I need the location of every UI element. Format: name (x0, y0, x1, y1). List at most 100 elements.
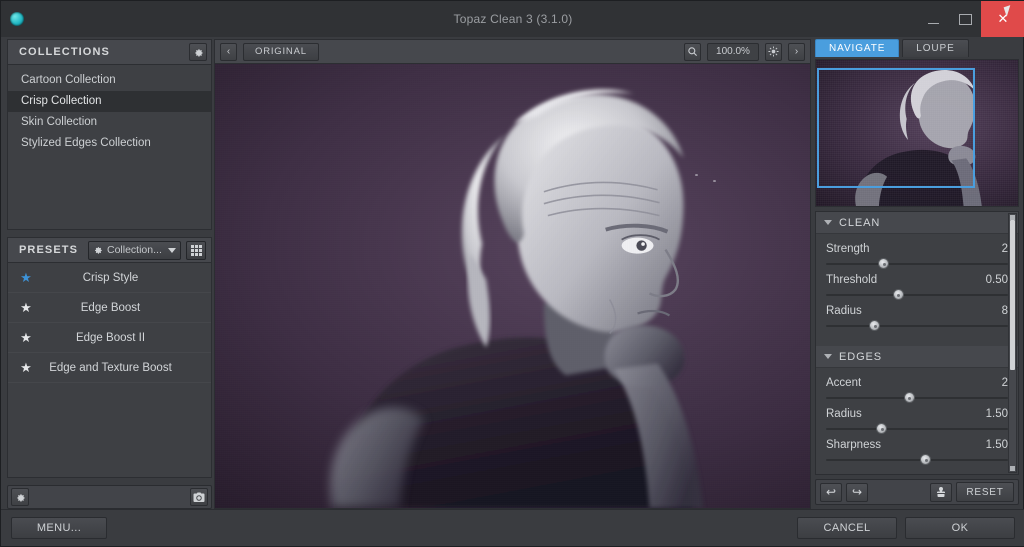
collections-title: COLLECTIONS (19, 46, 110, 58)
brightness-button[interactable] (765, 42, 782, 61)
bottom-bar: MENU... CANCEL OK (1, 509, 1024, 546)
maximize-icon[interactable] (949, 1, 981, 37)
section-header-edges[interactable]: EDGES (816, 346, 1018, 368)
triangle-down-icon (824, 220, 832, 225)
preset-label: Edge Boost (80, 301, 141, 314)
preset-row-crisp-style[interactable]: ★ Crisp Style (8, 263, 211, 293)
collections-header: COLLECTIONS (7, 39, 212, 65)
preset-settings-button[interactable] (11, 488, 29, 506)
cancel-button[interactable]: CANCEL (797, 517, 897, 539)
globe-icon (10, 12, 24, 26)
param-row-sharpness: Sharpness 1.50 (826, 439, 1008, 467)
collection-item-stylized-edges[interactable]: Stylized Edges Collection (8, 133, 211, 154)
presets-filter-dropdown[interactable]: Collection... (88, 240, 181, 260)
brightness-icon (768, 46, 779, 57)
section-header-clean[interactable]: CLEAN (816, 212, 1018, 234)
param-slider-radius-edges[interactable] (826, 422, 1008, 436)
param-value[interactable]: 0.50 (986, 274, 1008, 286)
section-title: CLEAN (839, 216, 881, 229)
param-row-threshold: Threshold 0.50 (826, 274, 1008, 302)
presets-header: PRESETS Collection... (7, 237, 212, 263)
original-toggle-button[interactable]: ORIGINAL (243, 42, 319, 61)
preset-row-edge-boost-ii[interactable]: ★ Edge Boost II (8, 323, 211, 353)
star-icon[interactable]: ★ (8, 330, 44, 346)
slider-handle[interactable] (876, 423, 888, 434)
collection-item-skin[interactable]: Skin Collection (8, 112, 211, 133)
left-footer-toolbar (7, 485, 212, 509)
image-speck (695, 174, 698, 176)
presets-grid-view-button[interactable] (186, 240, 206, 260)
preset-row-edge-and-texture-boost[interactable]: ★ Edge and Texture Boost (8, 353, 211, 383)
section-body-clean: Strength 2 Threshold 0.50 Radius 8 (816, 234, 1018, 346)
param-slider-radius-clean[interactable] (826, 319, 1008, 333)
preview-stamp-button[interactable] (930, 482, 952, 502)
slider-handle[interactable] (878, 258, 890, 269)
chevron-down-icon (168, 247, 176, 253)
navigator-viewport-rect[interactable] (817, 68, 975, 188)
preset-row-edge-boost[interactable]: ★ Edge Boost (8, 293, 211, 323)
presets-list: ★ Crisp Style ★ Edge Boost ★ Edge Boost … (7, 263, 212, 478)
slider-handle[interactable] (920, 454, 932, 465)
star-icon[interactable]: ★ (8, 270, 44, 286)
presets-filter-label: Collection... (107, 244, 162, 256)
slider-handle[interactable] (903, 392, 915, 403)
param-label: Threshold (826, 274, 878, 286)
param-row-strength: Strength 2 (826, 243, 1008, 271)
image-canvas[interactable] (214, 64, 811, 509)
scrollbar-thumb[interactable] (1010, 220, 1015, 370)
param-row-radius-edges: Radius 1.50 (826, 408, 1008, 436)
reset-button[interactable]: RESET (956, 482, 1014, 502)
preset-label: Edge and Texture Boost (49, 361, 172, 374)
ok-button[interactable]: OK (905, 517, 1015, 539)
grid-view-icon (190, 244, 202, 256)
param-value[interactable]: 1.50 (986, 439, 1008, 451)
presets-title: PRESETS (19, 244, 79, 256)
gear-icon (16, 493, 25, 502)
left-sidebar: COLLECTIONS Cartoon Collection Crisp Col… (7, 39, 212, 481)
scroll-down-icon[interactable] (1010, 466, 1015, 471)
param-slider-strength[interactable] (826, 257, 1008, 271)
slider-handle[interactable] (869, 320, 881, 331)
collections-list: Cartoon Collection Crisp Collection Skin… (7, 65, 212, 230)
right-footer-toolbar: ↩ ↪ RESET (815, 479, 1019, 505)
star-icon[interactable]: ★ (8, 360, 44, 376)
next-image-button[interactable]: › (788, 42, 805, 61)
collection-item-crisp[interactable]: Crisp Collection (8, 91, 211, 112)
param-label: Radius (826, 305, 862, 317)
parameters-panel: CLEAN Strength 2 Threshold 0.50 Radius 8… (815, 211, 1019, 475)
param-slider-threshold[interactable] (826, 288, 1008, 302)
star-icon[interactable]: ★ (8, 300, 44, 316)
parameters-scrollbar[interactable] (1008, 213, 1017, 473)
tab-loupe[interactable]: LOUPE (902, 39, 969, 57)
previous-image-button[interactable]: ‹ (220, 42, 237, 61)
param-slider-sharpness[interactable] (826, 453, 1008, 467)
section-title: EDGES (839, 350, 883, 363)
title-bar: Topaz Clean 3 (3.1.0) ✕ (1, 1, 1024, 37)
param-label: Radius (826, 408, 862, 420)
tab-navigate[interactable]: NAVIGATE (815, 39, 900, 57)
minimize-icon[interactable] (917, 1, 949, 37)
right-sidebar: NAVIGATE LOUPE CLEAN Strength 2 Threshol… (815, 39, 1019, 509)
section-body-edges: Accent 2 Radius 1.50 Sharpness 1.50 (816, 368, 1018, 474)
camera-icon (193, 492, 205, 502)
magnifier-icon (688, 47, 698, 57)
triangle-down-icon (824, 354, 832, 359)
snapshot-button[interactable] (190, 488, 208, 506)
viewer-toolbar: ‹ ORIGINAL 100.0% › (214, 39, 811, 64)
redo-button[interactable]: ↪ (846, 482, 868, 502)
param-slider-accent[interactable] (826, 391, 1008, 405)
gear-icon (194, 48, 203, 57)
zoom-level-value[interactable]: 100.0% (707, 42, 759, 61)
zoom-tool-button[interactable] (684, 42, 701, 61)
topaz-clean-window: Topaz Clean 3 (3.1.0) ✕ COLLECTIONS Cart… (0, 0, 1024, 547)
collections-settings-button[interactable] (189, 43, 207, 61)
navigator-thumbnail[interactable] (815, 59, 1019, 207)
param-value[interactable]: 1.50 (986, 408, 1008, 420)
param-row-radius-clean: Radius 8 (826, 305, 1008, 333)
collection-item-cartoon[interactable]: Cartoon Collection (8, 70, 211, 91)
slider-handle[interactable] (892, 289, 904, 300)
gear-icon (95, 247, 102, 254)
param-row-accent: Accent 2 (826, 377, 1008, 405)
menu-button[interactable]: MENU... (11, 517, 107, 539)
undo-button[interactable]: ↩ (820, 482, 842, 502)
